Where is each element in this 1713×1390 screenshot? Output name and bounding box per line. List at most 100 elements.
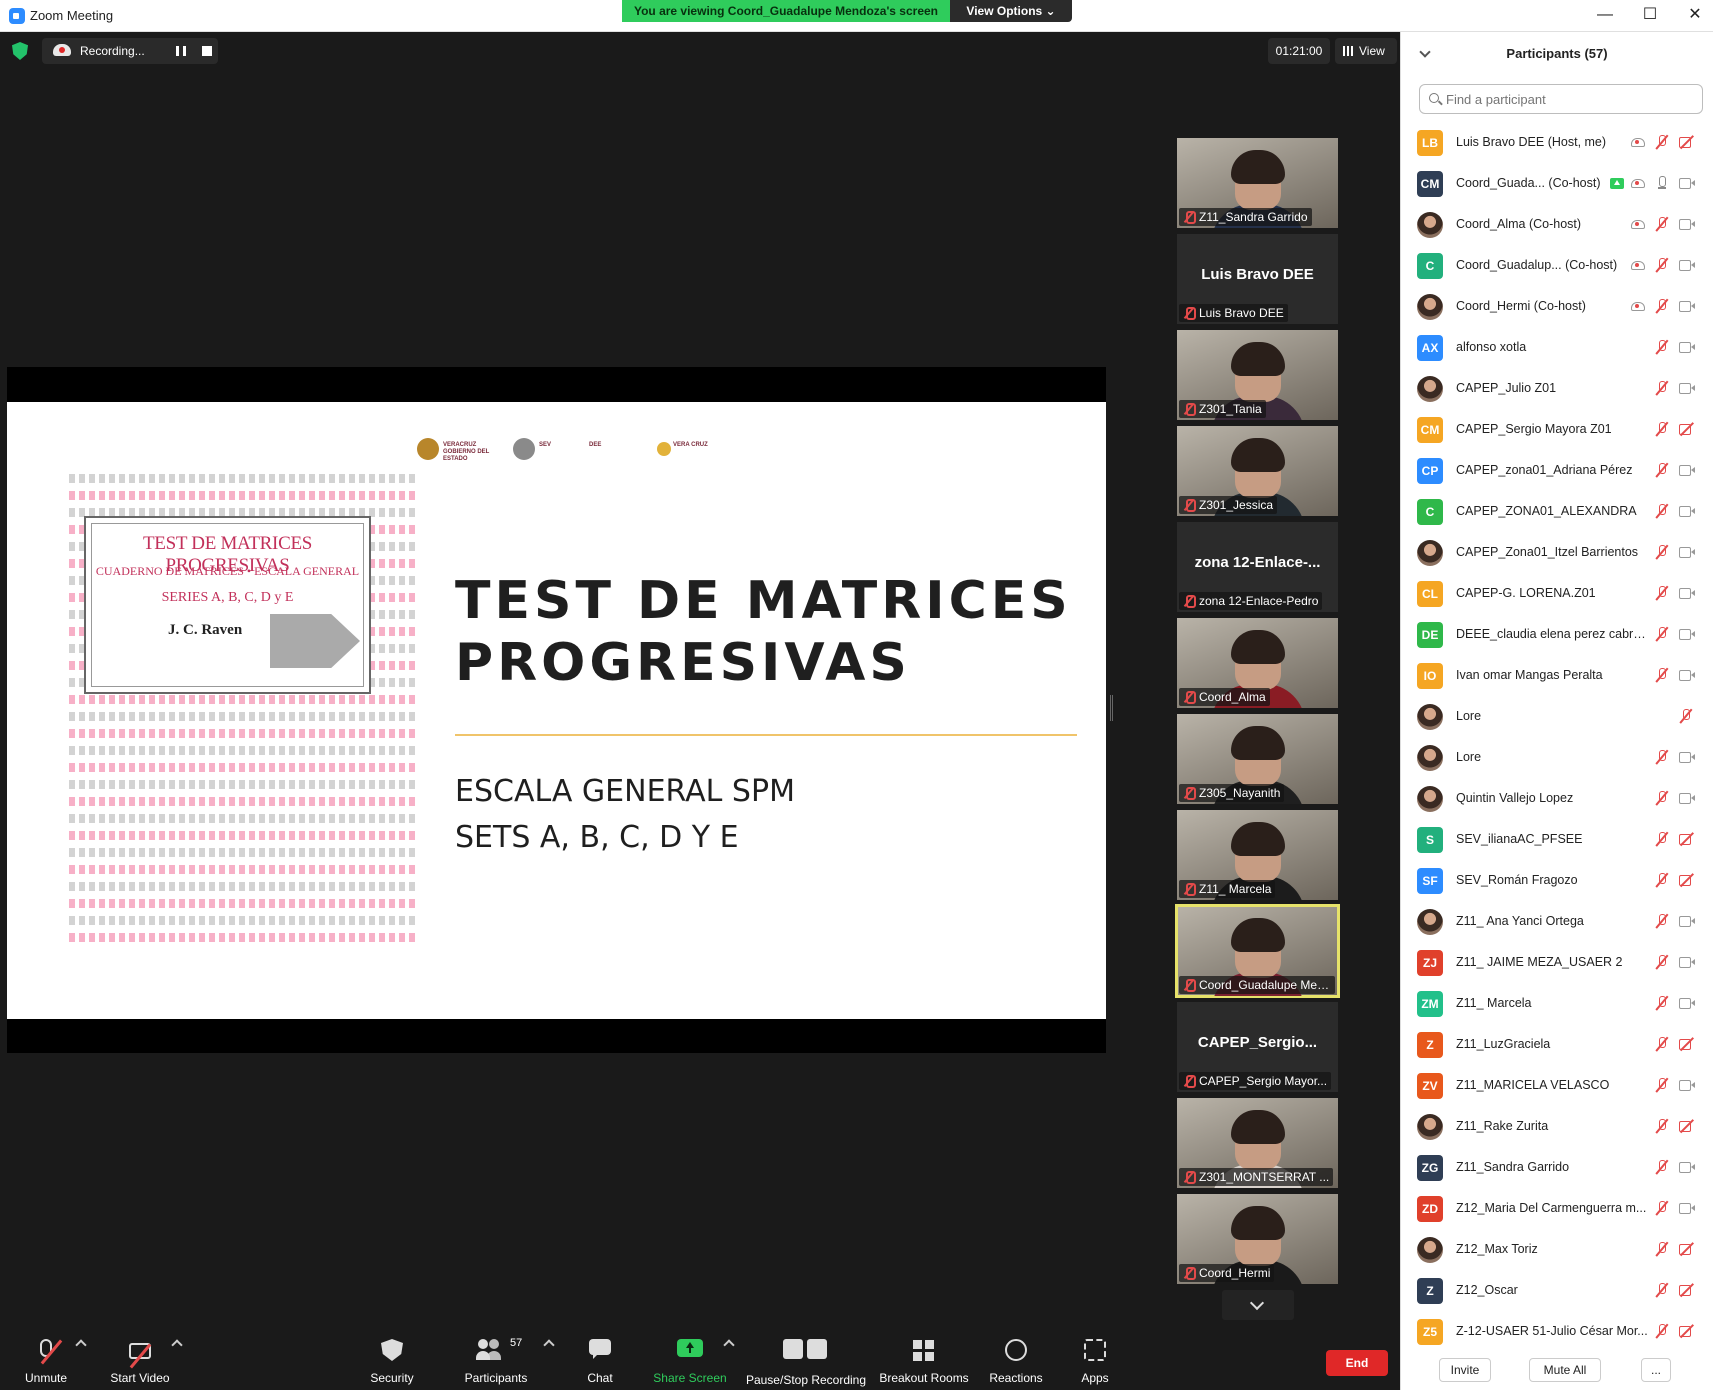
participant-row[interactable]: Z12_Max Toriz [1401,1229,1713,1270]
unmute-button[interactable]: Unmute [14,1327,78,1390]
mic-muted-icon[interactable] [1655,955,1669,969]
mic-muted-icon[interactable] [1655,422,1669,436]
more-options-button[interactable]: ... [1641,1358,1671,1382]
start-video-button[interactable]: Start Video [104,1327,176,1390]
scroll-down-icon[interactable] [1222,1290,1294,1320]
participant-row[interactable]: ZV Z11_MARICELA VELASCO [1401,1065,1713,1106]
find-participant-input[interactable] [1419,84,1703,114]
video-options-button[interactable] [170,1327,184,1390]
participant-row[interactable]: CAPEP_Zona01_Itzel Barrientos [1401,532,1713,573]
participant-row[interactable]: ZG Z11_Sandra Garrido [1401,1147,1713,1188]
mic-muted-icon[interactable] [1655,545,1669,559]
mic-muted-icon[interactable] [1655,135,1669,149]
participant-row[interactable]: Coord_Hermi (Co-host) [1401,286,1713,327]
participant-row[interactable]: CM CAPEP_Sergio Mayora Z01 [1401,409,1713,450]
mic-muted-icon[interactable] [1655,381,1669,395]
video-tile[interactable]: zona 12-Enlace-... zona 12-Enlace-Pedro [1177,522,1338,612]
reactions-button[interactable]: Reactions [980,1327,1052,1390]
mic-muted-icon[interactable] [1655,791,1669,805]
mic-muted-icon[interactable] [1655,1242,1669,1256]
participant-list[interactable]: LB Luis Bravo DEE (Host, me) CM Coord_Guada… [1401,122,1713,1372]
share-screen-button[interactable]: Share Screen [650,1327,730,1390]
participant-row[interactable]: CM Coord_Guada... (Co-host) [1401,163,1713,204]
share-options-button[interactable] [722,1327,736,1390]
video-tile[interactable]: Luis Bravo DEE Luis Bravo DEE [1177,234,1338,324]
video-tile[interactable]: CAPEP_Sergio... CAPEP_Sergio Mayor... [1177,1002,1338,1092]
view-options-button[interactable]: View Options ⌄ [950,0,1072,22]
participants-button[interactable]: 57 Participants [458,1327,534,1390]
participant-row[interactable]: Coord_Alma (Co-host) [1401,204,1713,245]
mic-muted-icon[interactable] [1655,258,1669,272]
video-tile[interactable]: Z11_ Marcela [1177,810,1338,900]
participant-row[interactable]: SF SEV_Román Fragozo [1401,860,1713,901]
minimize-button[interactable]: — [1587,4,1623,28]
mic-muted-icon[interactable] [1655,299,1669,313]
video-tile[interactable]: Coord_Hermi [1177,1194,1338,1284]
mic-muted-icon[interactable] [1655,1160,1669,1174]
microphone-icon[interactable] [1655,176,1669,190]
participant-row[interactable]: Z Z11_LuzGraciela [1401,1024,1713,1065]
participant-row[interactable]: ZM Z11_ Marcela [1401,983,1713,1024]
mic-muted-icon[interactable] [1655,750,1669,764]
participants-options-button[interactable] [542,1327,556,1390]
mic-muted-icon[interactable] [1655,1283,1669,1297]
chat-button[interactable]: Chat [570,1327,630,1390]
mic-muted-icon[interactable] [1655,1037,1669,1051]
mic-muted-icon[interactable] [1655,1078,1669,1092]
view-button[interactable]: View [1335,38,1397,64]
mic-muted-icon[interactable] [1655,1119,1669,1133]
participant-row[interactable]: IO Ivan omar Mangas Peralta [1401,655,1713,696]
participant-row[interactable]: DE DEEE_claudia elena perez cabre... [1401,614,1713,655]
panel-resize-handle[interactable] [1110,695,1113,721]
mic-muted-icon[interactable] [1655,504,1669,518]
participant-row[interactable]: Lore [1401,737,1713,778]
video-tile[interactable]: Z301_Tania [1177,330,1338,420]
participant-row[interactable]: S SEV_ilianaAC_PFSEE [1401,819,1713,860]
mic-muted-icon[interactable] [1655,832,1669,846]
stop-recording-icon[interactable] [202,46,212,56]
participant-row[interactable]: CAPEP_Julio Z01 [1401,368,1713,409]
participant-row[interactable]: C Coord_Guadalup... (Co-host) [1401,245,1713,286]
breakout-rooms-button[interactable]: Breakout Rooms [874,1327,974,1390]
participant-row[interactable]: CP CAPEP_zona01_Adriana Pérez [1401,450,1713,491]
mic-muted-icon[interactable] [1655,668,1669,682]
mic-muted-icon[interactable] [1655,586,1669,600]
mic-muted-icon[interactable] [1655,340,1669,354]
maximize-button[interactable]: ☐ [1632,4,1668,28]
video-tile[interactable]: Z11_Sandra Garrido [1177,138,1338,228]
mic-muted-icon[interactable] [1655,1201,1669,1215]
participant-row[interactable]: ZJ Z11_ JAIME MEZA_USAER 2 [1401,942,1713,983]
mic-muted-icon[interactable] [1655,217,1669,231]
participant-row[interactable]: Z5 Z-12-USAER 51-Julio César Mor... [1401,1311,1713,1352]
mic-muted-icon[interactable] [1655,873,1669,887]
mic-muted-icon[interactable] [1655,463,1669,477]
video-tile[interactable]: Z301_Jessica [1177,426,1338,516]
mic-muted-icon[interactable] [1655,914,1669,928]
mic-muted-icon[interactable] [1655,1324,1669,1338]
security-button[interactable]: Security [360,1327,424,1390]
pause-stop-recording-button[interactable]: Pause/Stop Recording [744,1327,868,1390]
close-button[interactable]: ✕ [1677,4,1713,28]
participant-row[interactable]: Z Z12_Oscar [1401,1270,1713,1311]
mic-muted-icon[interactable] [1655,627,1669,641]
end-meeting-button[interactable]: End [1326,1350,1388,1376]
participant-row[interactable]: Z11_Rake Zurita [1401,1106,1713,1147]
mic-muted-icon[interactable] [1655,996,1669,1010]
apps-button[interactable]: Apps [1068,1327,1122,1390]
participant-row[interactable]: Z11_ Ana Yanci Ortega [1401,901,1713,942]
participant-row[interactable]: AX alfonso xotla [1401,327,1713,368]
audio-options-button[interactable] [74,1327,88,1390]
video-tile[interactable]: Z301_MONTSERRAT ... [1177,1098,1338,1188]
video-tile[interactable]: Coord_Guadalupe Mend... [1175,904,1340,998]
participant-row[interactable]: C CAPEP_ZONA01_ALEXANDRA [1401,491,1713,532]
pause-recording-icon[interactable] [176,46,186,56]
invite-button[interactable]: Invite [1439,1358,1491,1382]
video-tile[interactable]: Coord_Alma [1177,618,1338,708]
participant-row[interactable]: ZD Z12_Maria Del Carmenguerra m... [1401,1188,1713,1229]
mute-all-button[interactable]: Mute All [1529,1358,1601,1382]
participant-row[interactable]: Quintin Vallejo Lopez [1401,778,1713,819]
mic-muted-icon[interactable] [1679,709,1693,723]
participant-row[interactable]: Lore [1401,696,1713,737]
participant-row[interactable]: CL CAPEP-G. LORENA.Z01 [1401,573,1713,614]
participant-row[interactable]: LB Luis Bravo DEE (Host, me) [1401,122,1713,163]
